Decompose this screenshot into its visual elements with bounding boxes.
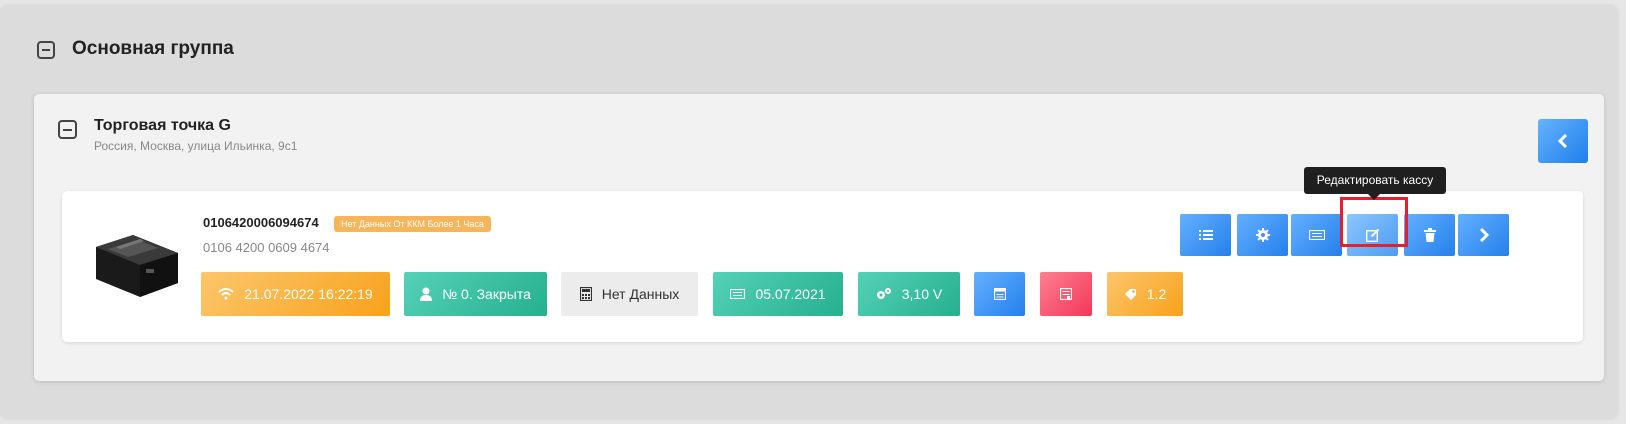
group-collapse-toggle[interactable] [37, 41, 55, 59]
connection-status-chip[interactable]: 21.07.2022 16:22:19 [201, 272, 390, 316]
point-title: Торговая точка G [94, 117, 231, 134]
point-collapse-toggle[interactable] [58, 120, 77, 139]
voltage-status-text: 3,10 V [901, 286, 943, 302]
window-status-chip[interactable] [974, 272, 1025, 316]
user-icon [420, 287, 433, 301]
calculator-icon [579, 287, 592, 301]
shift-status-chip[interactable]: № 0. Закрыта [404, 272, 547, 316]
receipt-printer-image [96, 235, 178, 297]
device-id: 0106420006094674 [203, 215, 319, 230]
collapse-point-button[interactable] [1538, 119, 1588, 163]
delete-button[interactable] [1404, 214, 1455, 256]
fiscal-status-text: Нет Данных [601, 286, 680, 302]
shift-status-text: № 0. Закрыта [442, 286, 531, 302]
chevron-left-icon [1557, 134, 1568, 148]
list-button[interactable] [1180, 214, 1231, 256]
receipt-status-chip[interactable] [1040, 272, 1092, 316]
gears-icon [876, 288, 891, 299]
settings-button[interactable] [1237, 214, 1288, 256]
keyboard-button[interactable] [1291, 214, 1342, 256]
fiscal-status-chip[interactable]: Нет Данных [561, 272, 698, 316]
edit-button-highlight [1340, 197, 1408, 247]
connection-status-text: 21.07.2022 16:22:19 [244, 286, 373, 302]
gear-icon [1255, 228, 1270, 242]
chevron-right-icon [1479, 228, 1489, 242]
window-icon [993, 288, 1006, 300]
warning-badge: Нет Данных От ККМ Более 1 Часа [334, 216, 491, 232]
date-status-chip[interactable]: 05.07.2021 [713, 272, 843, 316]
device-id-formatted: 0106 4200 0609 4674 [203, 240, 330, 255]
voltage-status-chip[interactable]: 3,10 V [858, 272, 960, 316]
edit-kkm-tooltip: Редактировать кассу [1304, 167, 1446, 200]
keyboard-icon [1308, 230, 1325, 240]
group-title: Основная группа [72, 38, 234, 59]
tag-icon [1124, 288, 1136, 300]
version-status-chip[interactable]: 1.2 [1107, 272, 1183, 316]
version-status-text: 1.2 [1146, 286, 1167, 302]
date-status-text: 05.07.2021 [755, 286, 826, 302]
keyboard-icon [730, 289, 746, 299]
point-address: Россия, Москва, улица Ильинка, 9с1 [94, 139, 298, 153]
list-icon [1198, 230, 1213, 240]
open-details-button[interactable] [1458, 214, 1509, 256]
receipt-icon [1060, 288, 1072, 300]
wifi-icon [218, 288, 234, 300]
trash-icon [1423, 228, 1436, 242]
